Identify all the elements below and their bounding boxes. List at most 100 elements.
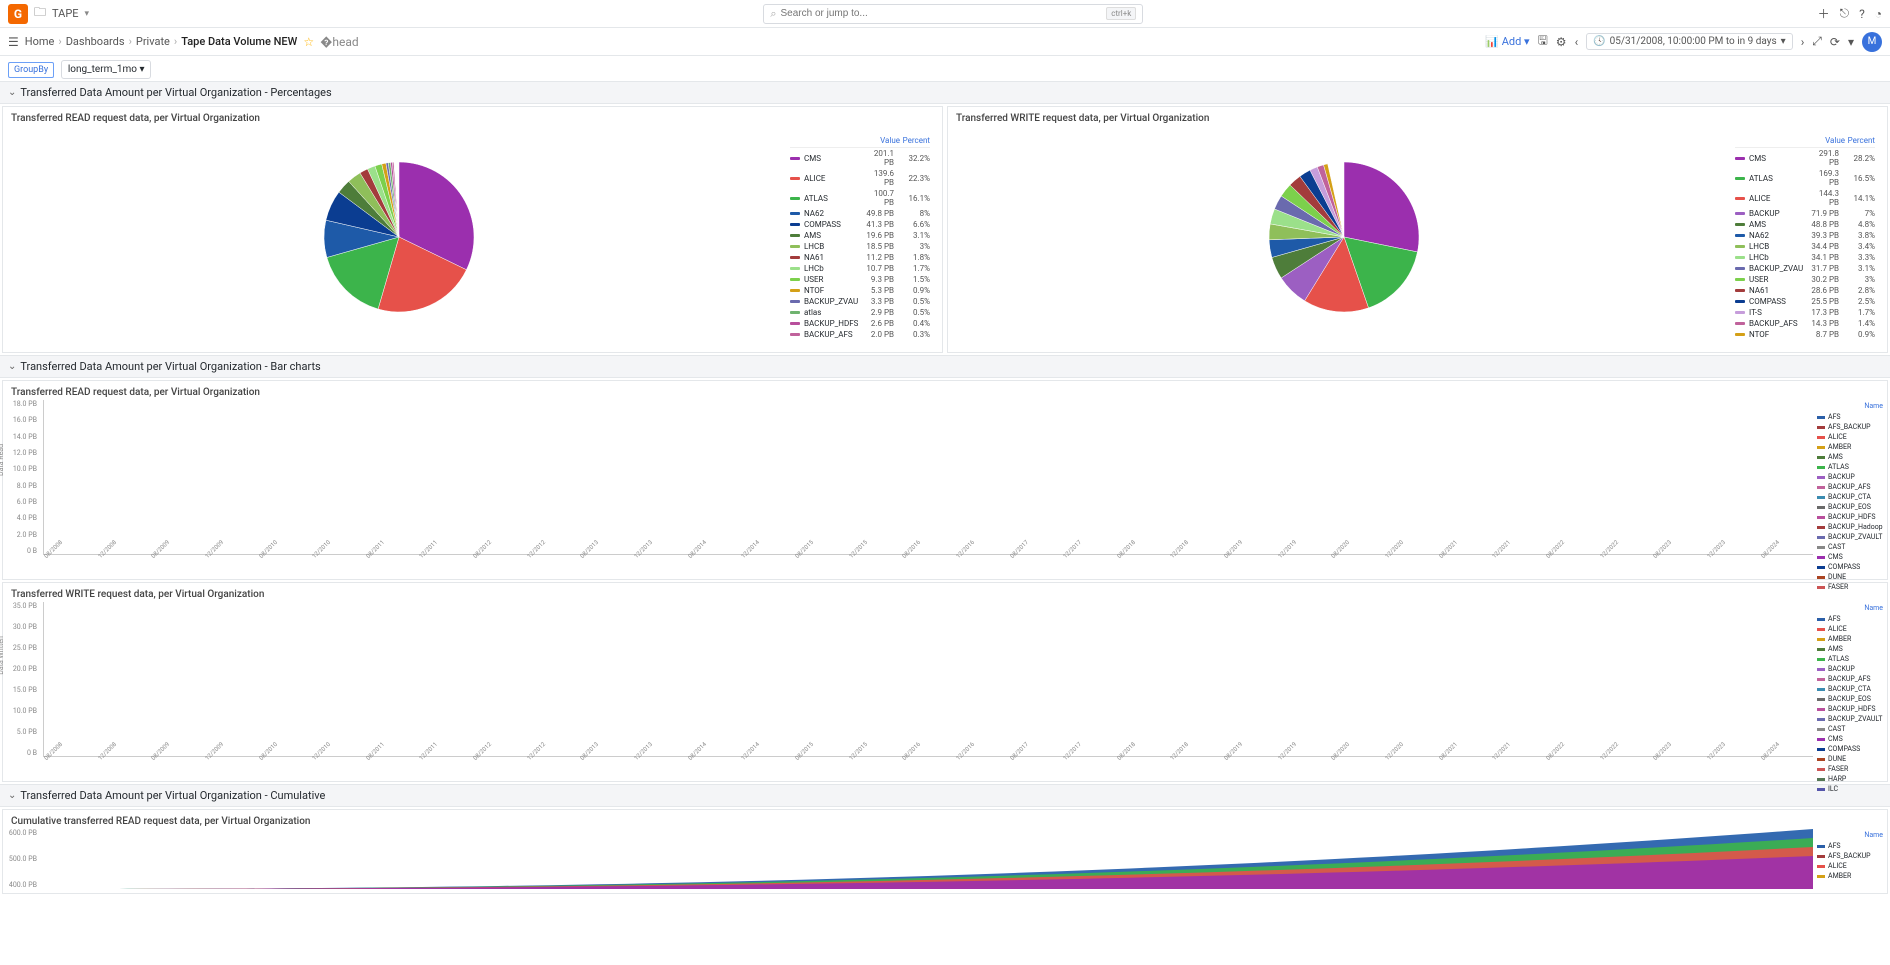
refresh-dropdown-icon[interactable]: ▾ [1848,35,1854,49]
legend-row[interactable]: BACKUP_AFS14.3 PB1.4% [1735,318,1875,329]
legend-row[interactable]: BACKUP_HDFS2.6 PB0.4% [790,318,930,329]
legend-row[interactable]: FASER [1817,582,1883,592]
pie-chart-read[interactable] [15,134,782,340]
legend-row[interactable]: AFS [1817,841,1883,851]
zoom-out-icon[interactable]: ⤢ [1812,34,1822,49]
section-header-pct[interactable]: ⌄ Transferred Data Amount per Virtual Or… [0,81,1890,104]
legend-row[interactable]: CMS [1817,552,1883,562]
legend-row[interactable]: NA6249.8 PB8% [790,208,930,219]
legend-row[interactable]: BACKUP_AFS [1817,674,1883,684]
chevron-right-icon[interactable]: › [1801,35,1805,49]
save-icon[interactable]: 🖫 [1538,31,1548,52]
legend-row[interactable]: AMS19.6 PB3.1% [790,230,930,241]
legend-row[interactable]: ALICE [1817,861,1883,871]
legend-row[interactable]: COMPASS [1817,562,1883,572]
legend-row[interactable]: CMS291.8 PB28.2% [1735,148,1875,168]
legend-row[interactable]: BACKUP_Hadoop [1817,522,1883,532]
legend-row[interactable]: BACKUP_ZVAULT [1817,532,1883,542]
legend-row[interactable]: AMBER [1817,442,1883,452]
legend-row[interactable]: BACKUP_AFS [1817,482,1883,492]
signin-icon[interactable]: ⎋ [1840,6,1850,21]
legend-row[interactable]: BACKUP_EOS [1817,502,1883,512]
section-header-cum[interactable]: ⌄ Transferred Data Amount per Virtual Or… [0,784,1890,807]
legend-row[interactable]: CAST [1817,542,1883,552]
legend-row[interactable]: BACKUP_ZVAULT31.7 PB3.1% [1735,263,1875,274]
legend-row[interactable]: AMS [1817,644,1883,654]
legend-row[interactable]: AFS_BACKUP [1817,851,1883,861]
legend-row[interactable]: COMPASS41.3 PB6.6% [790,219,930,230]
chevron-left-icon[interactable]: ‹ [1575,35,1579,49]
legend-row[interactable]: HARP [1817,774,1883,784]
legend-row[interactable]: NTOF5.3 PB0.9% [790,285,930,296]
legend-row[interactable]: CAST [1817,724,1883,734]
gear-icon[interactable]: ⚙ [1556,35,1567,49]
legend-row[interactable]: ALICE [1817,624,1883,634]
legend-row[interactable]: ALICE139.6 PB22.3% [790,168,930,188]
legend-row[interactable]: ATLAS [1817,462,1883,472]
grafana-logo-icon[interactable]: G [8,4,28,24]
legend-row[interactable]: COMPASS25.5 PB2.5% [1735,296,1875,307]
legend-row[interactable]: ALICE144.3 PB14.1% [1735,188,1875,208]
legend-row[interactable]: USER30.2 PB3% [1735,274,1875,285]
legend-row[interactable]: BACKUP_CTA [1817,492,1883,502]
search-input[interactable] [780,8,1106,19]
legend-row[interactable]: CMS [1817,734,1883,744]
search-box[interactable]: ⌕ ctrl+k [763,4,1143,24]
bar-chart-write[interactable]: Data Written 35.0 PB30.0 PB25.0 PB20.0 P… [7,602,1813,777]
add-button[interactable]: 📊 Add ▾ [1485,35,1529,48]
legend-row[interactable]: DUNE [1817,754,1883,764]
legend-row[interactable]: AFS [1817,614,1883,624]
legend-row[interactable]: COMPASS [1817,744,1883,754]
legend-row[interactable]: CMS201.1 PB32.2% [790,148,930,168]
bc-home[interactable]: Home [25,35,55,48]
plus-icon[interactable]: ＋ [1818,5,1830,22]
menu-toggle-icon[interactable]: ☰ [8,35,19,49]
section-header-bar[interactable]: ⌄ Transferred Data Amount per Virtual Or… [0,355,1890,378]
legend-row[interactable]: NA6128.6 PB2.8% [1735,285,1875,296]
legend-row[interactable]: LHCb10.7 PB1.7% [790,263,930,274]
legend-row[interactable]: NA6111.2 PB1.8% [790,252,930,263]
help-icon[interactable]: ? [1859,7,1865,21]
legend-row[interactable]: NTOF8.7 PB0.9% [1735,329,1875,340]
user-avatar[interactable]: M [1862,32,1882,52]
pie-chart-write[interactable] [960,134,1727,340]
legend-row[interactable]: ATLAS100.7 PB16.1% [790,188,930,208]
legend-row[interactable]: BACKUP [1817,472,1883,482]
filter-select[interactable]: long_term_1mo ▾ [61,60,152,79]
news-icon[interactable]: ◔ [1875,7,1882,21]
legend-row[interactable]: BACKUP_ZVAULT [1817,714,1883,724]
legend-row[interactable]: AMS [1817,452,1883,462]
bar-chart-read[interactable]: Data Read 18.0 PB16.0 PB14.0 PB12.0 PB10… [7,400,1813,575]
chevron-down-icon[interactable]: ▾ [85,9,90,19]
share-icon[interactable]: �head [320,35,359,49]
time-range-picker[interactable]: 🕓 05/31/2008, 10:00:00 PM to in 9 days ▾ [1586,33,1793,50]
legend-row[interactable]: AMS48.8 PB4.8% [1735,219,1875,230]
legend-row[interactable]: BACKUP [1817,664,1883,674]
legend-row[interactable]: AFS [1817,412,1883,422]
legend-row[interactable]: LHCB18.5 PB3% [790,241,930,252]
legend-row[interactable]: BACKUP71.9 PB7% [1735,208,1875,219]
star-icon[interactable]: ☆ [303,35,314,49]
legend-row[interactable]: ILC [1817,784,1883,794]
legend-row[interactable]: BACKUP_HDFS [1817,512,1883,522]
bc-dashboards[interactable]: Dashboards [66,35,125,48]
legend-row[interactable]: DUNE [1817,572,1883,582]
legend-row[interactable]: BACKUP_HDFS [1817,704,1883,714]
folder-icon[interactable]: 🗀 [34,3,46,24]
legend-row[interactable]: atlas2.9 PB0.5% [790,307,930,318]
legend-row[interactable]: AMBER [1817,634,1883,644]
legend-row[interactable]: USER9.3 PB1.5% [790,274,930,285]
legend-row[interactable]: BACKUP_CTA [1817,684,1883,694]
legend-row[interactable]: AMBER [1817,871,1883,881]
legend-row[interactable]: IT-S17.3 PB1.7% [1735,307,1875,318]
legend-row[interactable]: LHCb34.1 PB3.3% [1735,252,1875,263]
legend-row[interactable]: NA6239.3 PB3.8% [1735,230,1875,241]
legend-row[interactable]: BACKUP_EOS [1817,694,1883,704]
legend-row[interactable]: ATLAS [1817,654,1883,664]
legend-row[interactable]: BACKUP_AFS2.0 PB0.3% [790,329,930,340]
legend-row[interactable]: FASER [1817,764,1883,774]
legend-row[interactable]: AFS_BACKUP [1817,422,1883,432]
legend-row[interactable]: LHCB34.4 PB3.4% [1735,241,1875,252]
bc-private[interactable]: Private [136,35,170,48]
legend-row[interactable]: ALICE [1817,432,1883,442]
